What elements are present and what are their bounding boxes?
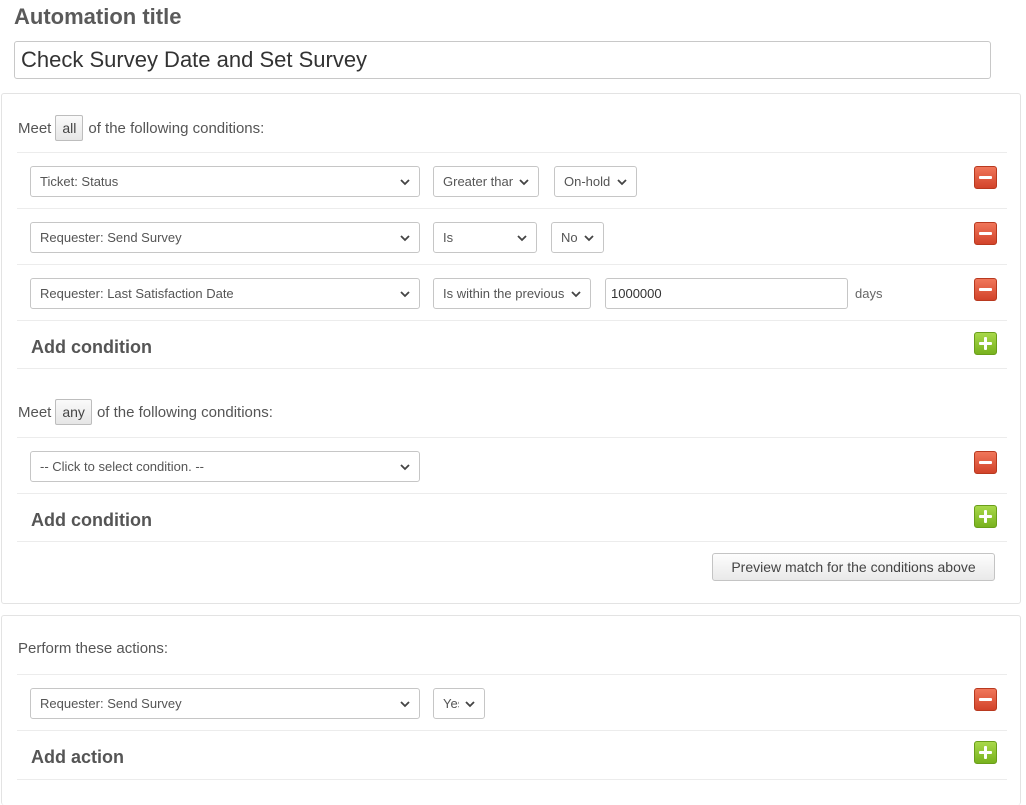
condition-value-input[interactable] xyxy=(605,278,848,309)
plus-icon xyxy=(979,337,992,350)
action-value-select[interactable]: Yes xyxy=(433,688,485,719)
condition-field-select[interactable]: Requester: Last Satisfaction Date xyxy=(30,278,420,309)
action-value-text: Yes xyxy=(443,696,459,711)
chevron-down-icon xyxy=(584,234,594,241)
plus-icon xyxy=(979,746,992,759)
add-condition-button[interactable] xyxy=(974,505,997,528)
remove-action-button[interactable] xyxy=(974,688,997,711)
meet-any-quantifier-toggle[interactable]: any xyxy=(55,399,92,425)
condition-value-select[interactable]: On-hold xyxy=(554,166,637,197)
minus-icon xyxy=(979,232,992,235)
condition-value-select[interactable]: No xyxy=(551,222,604,253)
remove-condition-button[interactable] xyxy=(974,278,997,301)
condition-field-select[interactable]: Ticket: Status xyxy=(30,166,420,197)
chevron-down-icon xyxy=(400,463,410,470)
meet-all-heading: Meet all of the following conditions: xyxy=(18,115,264,141)
condition-field-value: Requester: Last Satisfaction Date xyxy=(40,286,234,301)
condition-field-value: Ticket: Status xyxy=(40,174,119,189)
add-condition-link[interactable]: Add condition xyxy=(31,510,152,531)
remove-condition-button[interactable] xyxy=(974,451,997,474)
condition-operator-value: Is within the previous xyxy=(443,286,565,301)
condition-operator-select[interactable]: Greater than xyxy=(433,166,539,197)
condition-row: Ticket: Status Greater than On-hold xyxy=(17,152,1007,208)
add-condition-row: Add condition xyxy=(17,320,1007,369)
minus-icon xyxy=(979,698,992,701)
condition-unit-label: days xyxy=(855,286,883,301)
actions-heading-text: Perform these actions: xyxy=(18,640,169,657)
condition-field-select[interactable]: Requester: Send Survey xyxy=(30,222,420,253)
add-condition-row: Add condition xyxy=(17,493,1007,542)
condition-operator-select[interactable]: Is xyxy=(433,222,537,253)
condition-value-text: On-hold xyxy=(564,174,611,189)
meet-all-prefix: Meet xyxy=(18,119,52,137)
condition-operator-value: Is xyxy=(443,230,454,245)
automation-title-input[interactable] xyxy=(14,41,991,79)
plus-icon xyxy=(979,510,992,523)
chevron-down-icon xyxy=(517,234,527,241)
chevron-down-icon xyxy=(400,290,410,297)
remove-condition-button[interactable] xyxy=(974,222,997,245)
condition-row: Requester: Last Satisfaction Date Is wit… xyxy=(17,264,1007,320)
automation-title-label: Automation title xyxy=(14,4,182,29)
condition-operator-select[interactable]: Is within the previous xyxy=(433,278,591,309)
condition-value-text: No xyxy=(561,230,578,245)
actions-heading: Perform these actions: xyxy=(18,640,168,657)
conditions-panel: Meet all of the following conditions: Ti… xyxy=(1,93,1021,604)
minus-icon xyxy=(979,176,992,179)
meet-any-suffix: of the following conditions: xyxy=(96,403,273,421)
condition-field-value: -- Click to select condition. -- xyxy=(40,459,204,474)
action-row: Requester: Send Survey Yes xyxy=(17,674,1007,730)
actions-panel: Perform these actions: Requester: Send S… xyxy=(1,615,1021,805)
meet-any-heading: Meet any of the following conditions: xyxy=(18,399,273,425)
add-action-button[interactable] xyxy=(974,741,997,764)
chevron-down-icon xyxy=(519,178,529,185)
condition-row: -- Click to select condition. -- xyxy=(17,437,1007,493)
minus-icon xyxy=(979,461,992,464)
add-condition-button[interactable] xyxy=(974,332,997,355)
chevron-down-icon xyxy=(400,178,410,185)
chevron-down-icon xyxy=(400,234,410,241)
condition-operator-value: Greater than xyxy=(443,174,513,189)
chevron-down-icon xyxy=(617,178,627,185)
meet-any-prefix: Meet xyxy=(18,403,52,421)
chevron-down-icon xyxy=(465,700,475,707)
add-action-link[interactable]: Add action xyxy=(31,747,124,768)
chevron-down-icon xyxy=(400,700,410,707)
meet-all-quantifier-toggle[interactable]: all xyxy=(55,115,84,141)
remove-condition-button[interactable] xyxy=(974,166,997,189)
add-condition-link[interactable]: Add condition xyxy=(31,337,152,358)
condition-row: Requester: Send Survey Is No xyxy=(17,208,1007,264)
minus-icon xyxy=(979,288,992,291)
preview-match-button[interactable]: Preview match for the conditions above xyxy=(712,553,995,581)
action-field-select[interactable]: Requester: Send Survey xyxy=(30,688,420,719)
action-field-value: Requester: Send Survey xyxy=(40,696,182,711)
meet-all-suffix: of the following conditions: xyxy=(88,119,265,137)
condition-field-value: Requester: Send Survey xyxy=(40,230,182,245)
add-action-row: Add action xyxy=(17,730,1007,780)
condition-field-select[interactable]: -- Click to select condition. -- xyxy=(30,451,420,482)
chevron-down-icon xyxy=(571,290,581,297)
